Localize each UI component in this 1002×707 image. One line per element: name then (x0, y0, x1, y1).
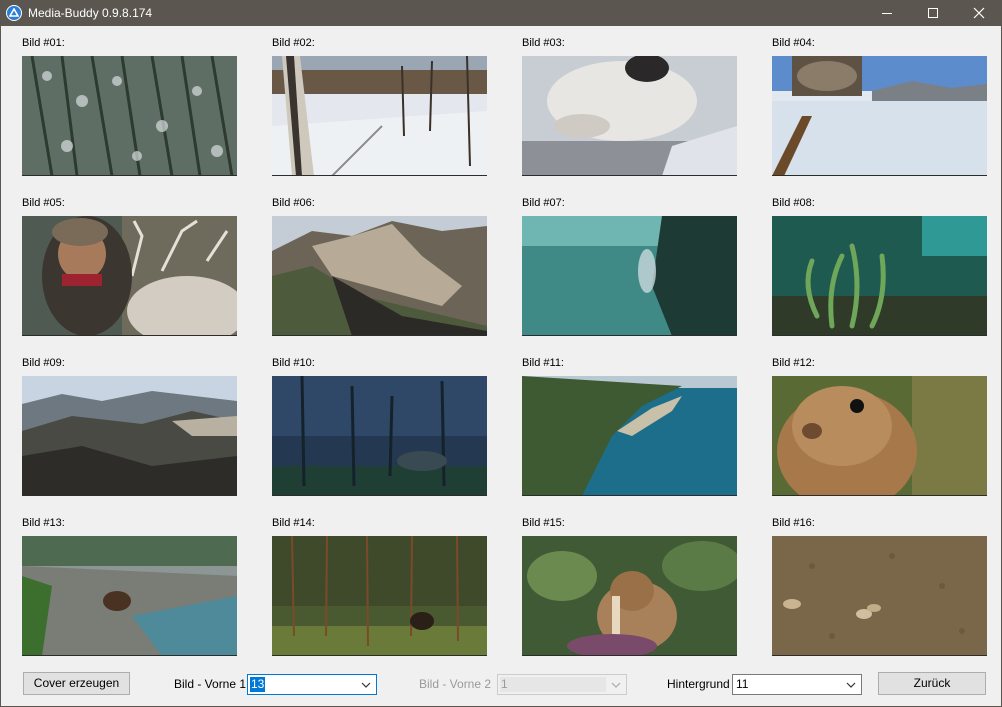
chevron-down-icon (361, 682, 371, 688)
thumb-label-13: Bild #13: (22, 517, 65, 529)
thumb-label-07: Bild #07: (522, 197, 565, 209)
background-select[interactable]: 11 (732, 674, 862, 695)
thumb-label-10: Bild #10: (272, 357, 315, 369)
thumbnail-15[interactable] (522, 536, 737, 656)
background-label: Hintergrund (667, 677, 730, 691)
media-buddy-window: Media-Buddy 0.9.8.174 Bild #01: Bild #02… (0, 0, 1002, 707)
thumb-label-09: Bild #09: (22, 357, 65, 369)
thumbnail-02[interactable] (272, 56, 487, 176)
front2-label: Bild - Vorne 2 (419, 677, 492, 691)
thumbnail-16[interactable] (772, 536, 987, 656)
media-buddy-logo-icon (6, 5, 22, 21)
front2-select[interactable]: 1 (497, 674, 627, 695)
window-title: Media-Buddy 0.9.8.174 (28, 6, 153, 20)
thumbnail-07[interactable] (522, 216, 737, 336)
front1-value: 13 (250, 677, 266, 692)
thumbnail-11[interactable] (522, 376, 737, 496)
thumbnail-01[interactable] (22, 56, 237, 176)
thumb-label-14: Bild #14: (272, 517, 315, 529)
close-icon (973, 7, 985, 19)
thumb-label-08: Bild #08: (772, 197, 815, 209)
thumbnail-14[interactable] (272, 536, 487, 656)
chevron-down-icon (611, 682, 621, 688)
maximize-button[interactable] (910, 0, 956, 26)
maximize-icon (928, 8, 938, 18)
thumbnail-13[interactable] (22, 536, 237, 656)
thumb-label-04: Bild #04: (772, 37, 815, 49)
title-bar[interactable]: Media-Buddy 0.9.8.174 (1, 0, 1002, 26)
thumb-label-12: Bild #12: (772, 357, 815, 369)
front1-label: Bild - Vorne 1 (174, 677, 247, 691)
thumb-label-11: Bild #11: (522, 357, 564, 369)
create-cover-button[interactable]: Cover erzeugen (23, 672, 130, 695)
thumbnail-04[interactable] (772, 56, 987, 176)
close-button[interactable] (956, 0, 1002, 26)
background-value: 11 (736, 677, 749, 691)
thumbnail-05[interactable] (22, 216, 237, 336)
thumbnail-03[interactable] (522, 56, 737, 176)
front1-select[interactable]: 13 (247, 674, 377, 695)
minimize-button[interactable] (864, 0, 910, 26)
thumbnail-08[interactable] (772, 216, 987, 336)
thumbnail-12[interactable] (772, 376, 987, 496)
minimize-icon (882, 13, 892, 14)
thumb-label-16: Bild #16: (772, 517, 815, 529)
thumb-label-01: Bild #01: (22, 37, 65, 49)
thumb-label-06: Bild #06: (272, 197, 315, 209)
front2-value: 1 (501, 677, 508, 691)
thumb-label-05: Bild #05: (22, 197, 65, 209)
thumbnail-10[interactable] (272, 376, 487, 496)
thumbnail-06[interactable] (272, 216, 487, 336)
back-button[interactable]: Zurück (878, 672, 986, 695)
chevron-down-icon (846, 682, 856, 688)
thumb-label-02: Bild #02: (272, 37, 315, 49)
thumb-label-03: Bild #03: (522, 37, 565, 49)
thumb-label-15: Bild #15: (522, 517, 565, 529)
thumbnail-09[interactable] (22, 376, 237, 496)
